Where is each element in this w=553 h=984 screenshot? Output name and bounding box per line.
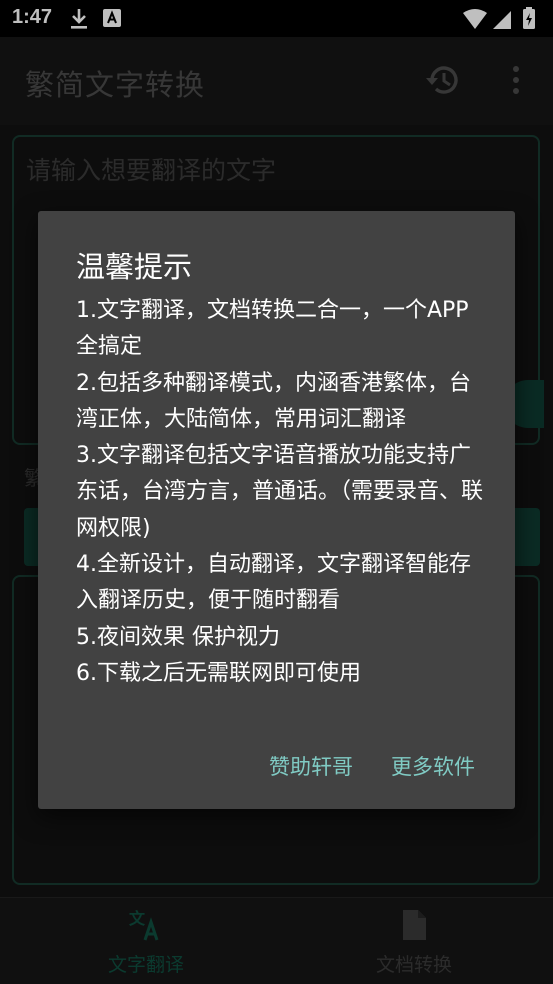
tips-dialog: 温馨提示 1.文字翻译，文档转换二合一，一个APP全搞定 2.包括多种翻译模式，… xyxy=(38,211,515,809)
dialog-line: 2.包括多种翻译模式，内涵香港繁体，台湾正体，大陆简体，常用词汇翻译 xyxy=(76,370,471,432)
more-apps-button[interactable]: 更多软件 xyxy=(391,751,475,781)
dialog-line: 5.夜间效果 保护视力 xyxy=(76,624,280,650)
dialog-actions: 赞助轩哥 更多软件 xyxy=(38,751,515,787)
dialog-line: 1.文字翻译，文档转换二合一，一个APP全搞定 xyxy=(76,298,469,360)
dialog-line: 3.文字翻译包括文字语音播放功能支持广东话，台湾方言，普通话。（需要录音、联网权… xyxy=(76,443,484,541)
dialog-line: 4.全新设计，自动翻译，文字翻译智能存入翻译历史，便于随时翻看 xyxy=(76,552,471,614)
dialog-title: 温馨提示 xyxy=(76,250,193,284)
dialog-line: 6.下载之后无需联网即可使用 xyxy=(76,660,361,686)
dialog-body: 1.文字翻译，文档转换二合一，一个APP全搞定 2.包括多种翻译模式，内涵香港繁… xyxy=(76,293,486,692)
sponsor-button[interactable]: 赞助轩哥 xyxy=(269,751,353,781)
